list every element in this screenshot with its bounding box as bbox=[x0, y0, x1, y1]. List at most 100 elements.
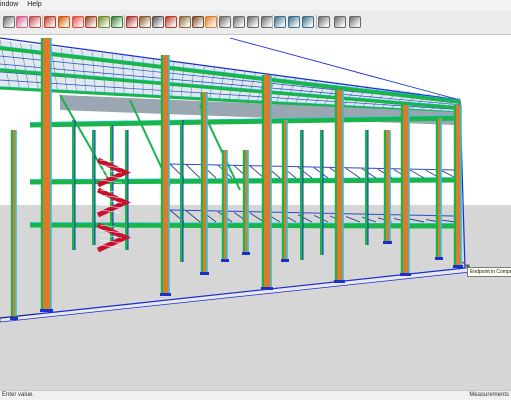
column-flange bbox=[400, 105, 403, 276]
column-flange-edge bbox=[15, 130, 17, 320]
column-flange bbox=[453, 105, 456, 268]
offset-tool-icon[interactable] bbox=[98, 16, 110, 28]
column-flange-edge bbox=[408, 105, 410, 276]
far-column bbox=[300, 130, 303, 260]
pan-tool-icon[interactable] bbox=[139, 16, 151, 28]
top-view-icon[interactable] bbox=[233, 16, 245, 28]
section-tool-icon[interactable] bbox=[205, 16, 217, 28]
column-flange bbox=[10, 130, 13, 320]
column-flange-edge bbox=[389, 130, 391, 244]
push-pull-tool-icon[interactable] bbox=[85, 16, 97, 28]
column-flange-edge bbox=[247, 150, 249, 255]
shaded-style-icon[interactable] bbox=[302, 16, 314, 28]
toolbar-separator bbox=[217, 15, 218, 29]
select-tool-icon[interactable] bbox=[3, 16, 15, 28]
far-column-edge bbox=[322, 130, 324, 255]
monochrome-style-icon[interactable] bbox=[334, 16, 346, 28]
scale-tool-icon[interactable] bbox=[72, 16, 84, 28]
column-flange bbox=[200, 92, 203, 275]
move-tool-icon[interactable] bbox=[44, 16, 56, 28]
steel-column bbox=[42, 38, 51, 312]
walk-tool-icon[interactable] bbox=[192, 16, 204, 28]
tape-measure-tool-icon[interactable] bbox=[111, 16, 123, 28]
far-column bbox=[92, 130, 95, 245]
base-plate bbox=[221, 259, 229, 262]
camera-tool-icon[interactable] bbox=[179, 16, 191, 28]
column-flange-edge bbox=[168, 55, 170, 296]
menu-window[interactable]: indow bbox=[0, 1, 18, 8]
toolbar-separator bbox=[272, 15, 273, 29]
far-column bbox=[320, 130, 323, 255]
base-plate bbox=[242, 252, 250, 255]
hidden-line-style-icon[interactable] bbox=[349, 16, 361, 28]
column-flange-edge bbox=[342, 90, 344, 283]
textured-style-icon[interactable] bbox=[318, 16, 330, 28]
toolbar-separator bbox=[316, 15, 317, 29]
column-flange-edge bbox=[206, 92, 208, 275]
column-flange-edge bbox=[270, 75, 272, 290]
column-flange-edge bbox=[226, 150, 228, 262]
wireframe-style-icon[interactable] bbox=[288, 16, 300, 28]
base-plate bbox=[40, 309, 53, 312]
paint-bucket-tool-icon[interactable] bbox=[29, 16, 41, 28]
toolbar-separator bbox=[124, 15, 125, 29]
menu-help[interactable]: Help bbox=[27, 1, 41, 8]
far-column bbox=[125, 130, 128, 250]
base-plate bbox=[334, 280, 345, 283]
model-viewport[interactable] bbox=[0, 35, 511, 390]
far-column bbox=[72, 120, 75, 250]
far-column-edge bbox=[182, 120, 184, 262]
steel-column bbox=[402, 105, 409, 276]
column-flange bbox=[221, 150, 224, 262]
rotate-tool-icon[interactable] bbox=[58, 16, 70, 28]
steel-column bbox=[263, 75, 271, 290]
column-flange-edge bbox=[286, 120, 288, 262]
zoom-tool-icon[interactable] bbox=[152, 16, 164, 28]
orbit-tool-icon[interactable] bbox=[126, 16, 138, 28]
zoom-extents-tool-icon[interactable] bbox=[165, 16, 177, 28]
status-bar: Enter value. Measurements bbox=[0, 390, 511, 400]
far-column-edge bbox=[302, 130, 304, 260]
far-column-edge bbox=[94, 130, 96, 245]
steel-frame-model bbox=[0, 35, 511, 390]
column-flange bbox=[242, 150, 245, 255]
steel-column bbox=[336, 90, 343, 283]
toolbar bbox=[0, 10, 511, 35]
inference-tooltip: Endpoint in Component bbox=[467, 267, 511, 277]
far-column bbox=[110, 125, 113, 245]
base-plate bbox=[400, 273, 411, 276]
iso-view-icon[interactable] bbox=[219, 16, 231, 28]
base-plate bbox=[383, 241, 392, 244]
front-view-icon[interactable] bbox=[247, 16, 259, 28]
base-plate bbox=[261, 287, 273, 290]
base-plate bbox=[160, 293, 171, 296]
eraser-tool-icon[interactable] bbox=[16, 16, 28, 28]
column-flange-edge bbox=[440, 118, 442, 260]
base-plate bbox=[453, 265, 463, 268]
far-column bbox=[180, 120, 183, 262]
xray-style-icon[interactable] bbox=[274, 16, 286, 28]
column-flange bbox=[383, 130, 386, 244]
status-text: Enter value. bbox=[2, 392, 35, 398]
toolbar-separator bbox=[42, 15, 43, 29]
measurements-label: Measurements bbox=[469, 392, 509, 398]
column-flange-edge bbox=[460, 105, 462, 268]
column-flange bbox=[40, 38, 43, 312]
column-flange-edge bbox=[50, 38, 52, 312]
column-flange bbox=[435, 118, 438, 260]
column-flange bbox=[281, 120, 284, 262]
column-flange bbox=[334, 90, 337, 283]
base-plate bbox=[10, 317, 18, 320]
ground-plane bbox=[0, 205, 511, 390]
far-column bbox=[365, 130, 368, 245]
steel-column bbox=[162, 55, 169, 296]
base-plate bbox=[281, 259, 289, 262]
far-column-edge bbox=[367, 130, 369, 245]
column-flange bbox=[160, 55, 163, 296]
far-column-edge bbox=[74, 120, 76, 250]
far-column-edge bbox=[127, 130, 129, 250]
column-flange bbox=[261, 75, 264, 290]
menu-bar: indow Help bbox=[0, 0, 511, 10]
base-plate bbox=[200, 272, 209, 275]
base-plate bbox=[435, 257, 443, 260]
